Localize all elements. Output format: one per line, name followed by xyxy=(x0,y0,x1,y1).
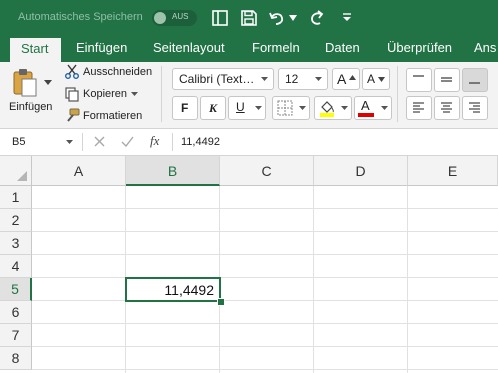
align-center-icon xyxy=(441,102,452,113)
align-left-button[interactable] xyxy=(406,96,432,120)
row-header-5[interactable]: 5 xyxy=(0,278,32,301)
fill-handle[interactable] xyxy=(217,298,225,306)
row-header-2[interactable]: 2 xyxy=(0,209,32,232)
name-box[interactable]: B5 xyxy=(0,130,82,154)
tab-ueberpruefen[interactable]: Überprüfen xyxy=(387,40,452,55)
borders-button[interactable] xyxy=(272,96,310,120)
fill-bucket-icon xyxy=(320,101,334,117)
chevron-down-icon xyxy=(381,106,388,110)
row-header-6[interactable]: 6 xyxy=(0,301,32,324)
formula-bar-divider xyxy=(82,133,83,151)
enter-check-icon[interactable] xyxy=(121,136,134,147)
format-painter-icon[interactable] xyxy=(64,107,80,123)
fill-color-button[interactable] xyxy=(314,96,352,120)
row-header-4[interactable]: 4 xyxy=(0,255,32,278)
cut-button-label[interactable]: Ausschneiden xyxy=(83,66,152,78)
paste-icon[interactable] xyxy=(12,68,38,98)
grid-lines xyxy=(32,186,498,373)
font-color-label: A xyxy=(361,98,370,113)
ribbon-separator xyxy=(161,66,162,122)
grow-font-button[interactable]: A xyxy=(332,68,360,90)
align-middle-button[interactable] xyxy=(434,68,460,92)
autosave-knob xyxy=(154,12,166,24)
formula-bar-divider xyxy=(172,133,173,151)
borders-icon xyxy=(277,100,293,116)
bold-button[interactable]: F xyxy=(172,96,198,120)
paste-button-label[interactable]: Einfügen xyxy=(9,101,52,113)
column-header-d[interactable]: D xyxy=(314,156,408,186)
tab-einfuegen[interactable]: Einfügen xyxy=(76,40,127,55)
tab-formeln[interactable]: Formeln xyxy=(252,40,300,55)
save-icon[interactable] xyxy=(240,9,258,27)
align-top-icon xyxy=(413,75,424,77)
chevron-down-icon xyxy=(66,140,73,144)
underline-label: U xyxy=(236,100,245,114)
ribbon-separator xyxy=(397,66,398,122)
format-painter-label[interactable]: Formatieren xyxy=(83,110,142,122)
sidebar-toggle-icon[interactable] xyxy=(211,9,229,27)
font-family-value: Calibri (Text… xyxy=(179,72,255,86)
caret-up-icon xyxy=(349,75,356,80)
undo-icon[interactable] xyxy=(268,9,286,27)
select-all-corner[interactable] xyxy=(0,156,32,186)
select-all-icon xyxy=(17,171,27,181)
paste-dropdown-icon[interactable] xyxy=(44,80,52,85)
italic-button[interactable]: K xyxy=(200,96,226,120)
shrink-font-button[interactable]: A xyxy=(362,68,390,90)
column-header-c[interactable]: C xyxy=(220,156,314,186)
grow-font-label: A xyxy=(337,71,347,87)
autosave-state: AUS xyxy=(172,12,189,21)
column-header-b[interactable]: B xyxy=(126,156,220,186)
font-family-select[interactable]: Calibri (Text… xyxy=(172,68,274,90)
align-top-button[interactable] xyxy=(406,68,432,92)
tab-start[interactable]: Start xyxy=(21,41,48,56)
chevron-down-icon xyxy=(261,77,268,81)
insert-function-button[interactable]: fx xyxy=(150,133,159,149)
cell-b5-value: 11,4492 xyxy=(164,282,214,298)
autosave-label: Automatisches Speichern xyxy=(18,11,143,23)
align-middle-icon xyxy=(441,77,452,82)
italic-label: K xyxy=(209,101,218,115)
tab-daten[interactable]: Daten xyxy=(325,40,360,55)
active-cell-b5[interactable]: 11,4492 xyxy=(125,277,221,302)
bold-label: F xyxy=(181,101,189,115)
column-header-a[interactable]: A xyxy=(32,156,126,186)
row-header-7[interactable]: 7 xyxy=(0,324,32,347)
font-color-button[interactable]: A xyxy=(354,96,392,120)
font-size-value: 12 xyxy=(285,72,299,86)
row-header-3[interactable]: 3 xyxy=(0,232,32,255)
align-bottom-button[interactable] xyxy=(462,68,488,92)
underline-button[interactable]: U xyxy=(228,96,266,120)
shrink-font-label: A xyxy=(367,72,376,86)
align-center-button[interactable] xyxy=(434,96,460,120)
autosave-toggle[interactable]: AUS xyxy=(152,10,197,26)
align-right-icon xyxy=(469,102,480,113)
chevron-down-icon xyxy=(299,106,306,110)
chevron-down-icon xyxy=(255,106,262,110)
customize-toolbar-icon[interactable] xyxy=(342,12,352,22)
column-header-e[interactable]: E xyxy=(408,156,498,186)
copy-dropdown-icon[interactable] xyxy=(131,92,138,96)
cancel-icon[interactable] xyxy=(94,136,105,147)
align-right-button[interactable] xyxy=(462,96,488,120)
caret-down-icon xyxy=(378,77,385,82)
tab-ansicht[interactable]: Ans xyxy=(474,40,496,55)
name-box-value: B5 xyxy=(12,136,26,148)
row-header-1[interactable]: 1 xyxy=(0,186,32,209)
align-bottom-icon xyxy=(469,82,480,84)
chevron-down-icon xyxy=(315,77,322,81)
cut-icon[interactable] xyxy=(64,63,80,79)
align-left-icon xyxy=(413,102,424,113)
font-color-swatch xyxy=(358,113,374,117)
copy-button-label[interactable]: Kopieren xyxy=(83,88,127,100)
copy-icon[interactable] xyxy=(64,86,80,102)
formula-input[interactable]: 11,4492 xyxy=(181,136,220,148)
redo-icon[interactable] xyxy=(309,9,327,27)
tab-seitenlayout[interactable]: Seitenlayout xyxy=(153,40,225,55)
font-size-select[interactable]: 12 xyxy=(278,68,328,90)
chevron-down-icon xyxy=(341,106,348,110)
row-header-8[interactable]: 8 xyxy=(0,347,32,370)
undo-dropdown-icon[interactable] xyxy=(289,15,297,21)
